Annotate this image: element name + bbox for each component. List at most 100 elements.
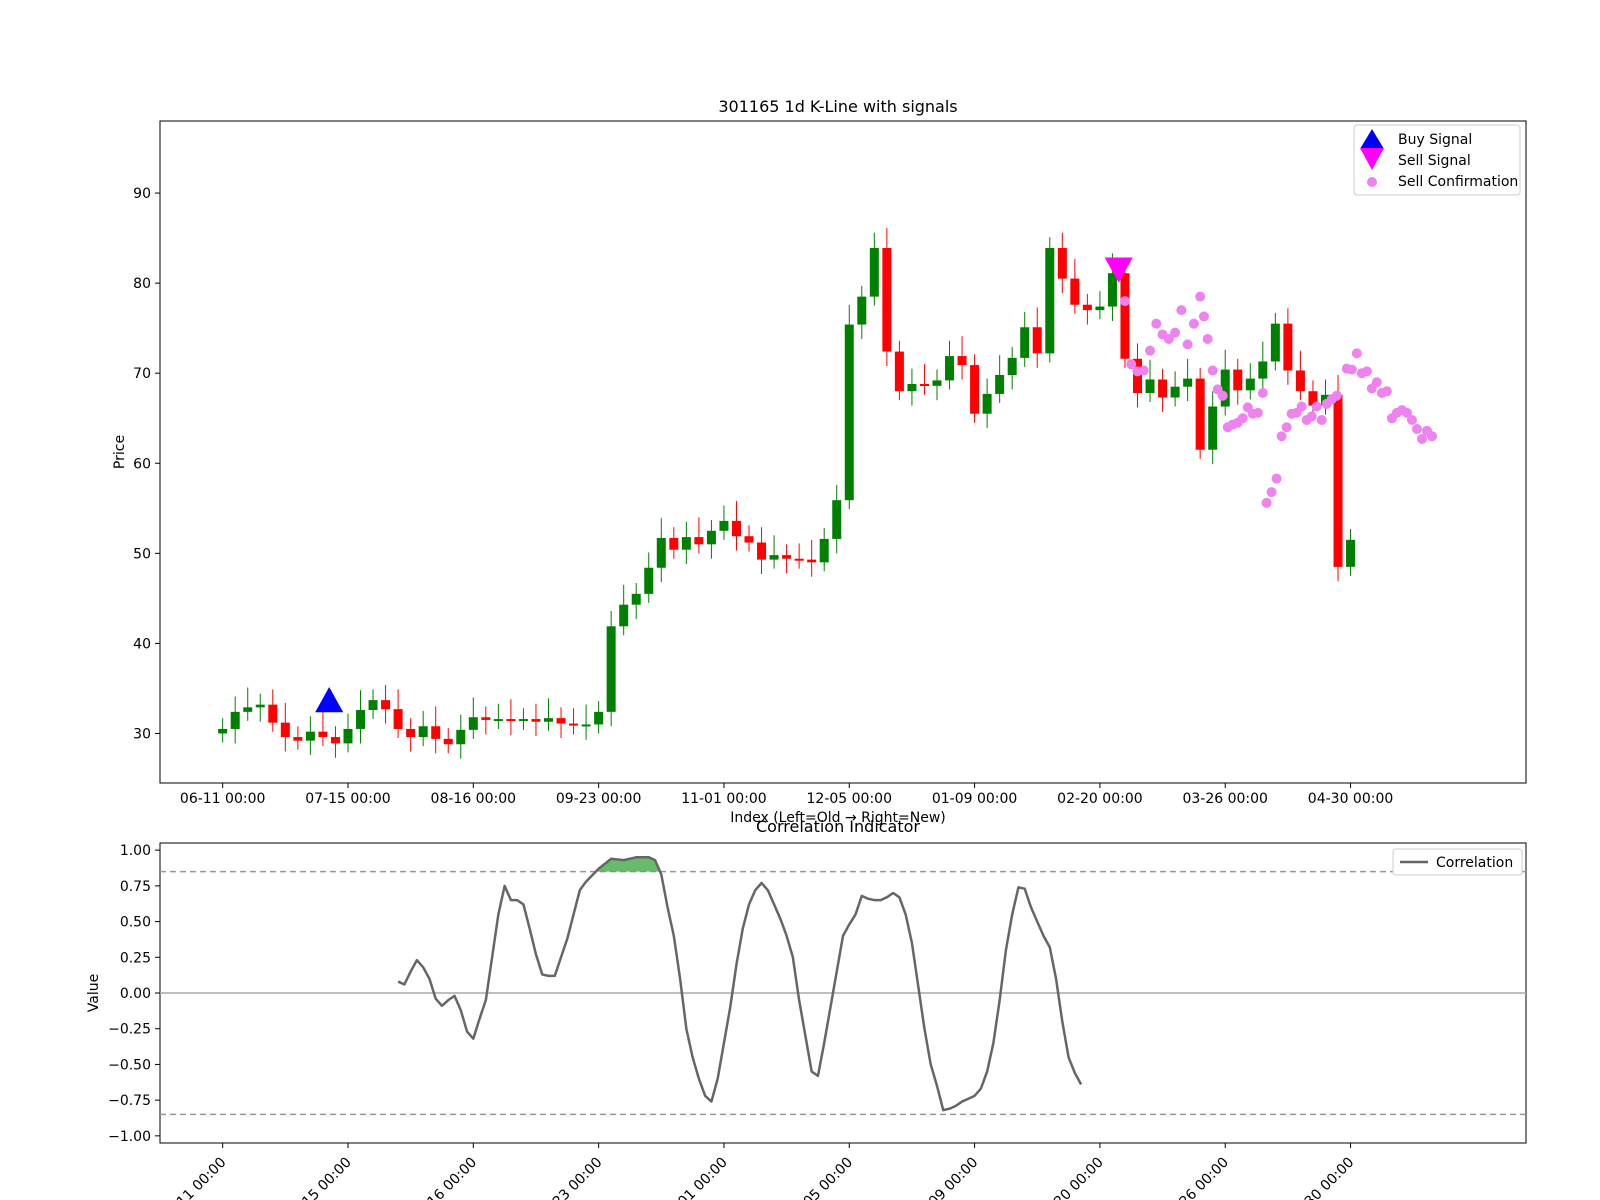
candle-body xyxy=(406,728,416,738)
x-tick-label: 06-11 00:00 xyxy=(158,1155,230,1200)
candle-body xyxy=(832,500,842,539)
candle-body xyxy=(731,520,741,537)
candle-body xyxy=(594,711,604,725)
y-tick-label: 0.25 xyxy=(120,950,151,966)
candle-body xyxy=(882,247,892,352)
legend-sell-label: Sell Signal xyxy=(1398,153,1471,169)
candle-body xyxy=(368,700,378,711)
candle-body xyxy=(1158,379,1168,398)
candle-body xyxy=(819,538,829,563)
sell-confirmation-marker xyxy=(1381,386,1392,397)
legend-correlation-label: Correlation xyxy=(1436,855,1513,871)
sell-confirmation-marker xyxy=(1406,415,1417,426)
y-tick-label: 0.00 xyxy=(120,986,151,1002)
sell-confirmation-marker xyxy=(1195,291,1206,302)
sell-confirmation-marker xyxy=(1271,473,1282,484)
candle-body xyxy=(1170,386,1180,398)
candle-body xyxy=(631,593,641,605)
candle-body xyxy=(356,710,366,729)
candle-body xyxy=(305,731,315,741)
kline-panel: 30 40 50 60 70 80 90 06-11 00:00 07-15 00:00 08-1… xyxy=(112,120,1527,826)
x-tick-label: 08-16 00:00 xyxy=(408,1155,480,1200)
candle-body xyxy=(894,351,904,392)
candle-body xyxy=(1208,406,1218,450)
y-axis-label: Value xyxy=(86,974,102,1012)
y-tick-label: 40 xyxy=(133,636,151,652)
y-tick-label: 1.00 xyxy=(120,843,151,859)
candle-body xyxy=(1070,278,1080,305)
x-tick-label: 03-26 00:00 xyxy=(1160,1155,1232,1200)
candle-body xyxy=(807,559,817,563)
sell-confirmation-marker xyxy=(1276,431,1287,442)
sell-confirmation-marker xyxy=(1170,327,1181,338)
candle-body xyxy=(1346,539,1356,567)
candle-body xyxy=(218,728,228,734)
candle-body xyxy=(970,365,980,414)
candle-body xyxy=(569,723,579,726)
candle-body xyxy=(1245,378,1255,391)
candle-body xyxy=(531,719,541,722)
y-tick-label: −1.00 xyxy=(108,1129,151,1145)
candle-body xyxy=(1145,379,1155,394)
x-tick-label: 09-23 00:00 xyxy=(556,791,641,807)
candle-body xyxy=(343,728,353,744)
candle-body xyxy=(995,374,1005,394)
candle-body xyxy=(1333,394,1343,567)
x-tick-label: 02-20 00:00 xyxy=(1057,791,1142,807)
y-tick-label: 80 xyxy=(133,276,151,292)
candle-body xyxy=(769,555,779,560)
y-tick-label: 90 xyxy=(133,186,151,202)
y-tick-label: 60 xyxy=(133,456,151,472)
legend-buy-label: Buy Signal xyxy=(1398,132,1472,148)
candle-body xyxy=(1183,378,1193,387)
legend-confirm-icon xyxy=(1367,177,1377,187)
candle-body xyxy=(1295,370,1305,392)
y-tick-label: 70 xyxy=(133,366,151,382)
candle-body xyxy=(982,393,992,414)
x-tick-label: 09-23 00:00 xyxy=(534,1155,606,1200)
candle-body xyxy=(681,537,691,550)
y-tick-label: 30 xyxy=(133,726,151,742)
candle-body xyxy=(431,726,441,739)
candle-body xyxy=(481,717,491,720)
candle-body xyxy=(656,538,666,568)
kline-chart: 30 40 50 60 70 80 90 06-11 00:00 07-15 00:00 08-1… xyxy=(86,97,1527,1200)
sell-confirmation-marker xyxy=(1252,407,1263,418)
candle-body xyxy=(857,296,867,325)
sell-confirmation-marker xyxy=(1316,415,1327,426)
candle-body xyxy=(293,737,303,741)
sell-confirmation-marker xyxy=(1311,401,1322,412)
x-tick-label: 03-26 00:00 xyxy=(1182,791,1267,807)
sell-confirmation-marker xyxy=(1138,365,1149,376)
candle-body xyxy=(456,729,466,745)
candle-body xyxy=(268,704,278,723)
candle-body xyxy=(330,737,340,744)
sell-confirmation-marker xyxy=(1202,333,1213,344)
candle-body xyxy=(1195,378,1205,450)
y-tick-label: 0.50 xyxy=(120,915,151,931)
candle-body xyxy=(844,324,854,501)
y-tick-label: 50 xyxy=(133,546,151,562)
x-tick-label: 01-09 00:00 xyxy=(932,791,1017,807)
candle-body xyxy=(706,530,716,545)
candle-body xyxy=(1270,323,1280,362)
candle-body xyxy=(280,722,290,738)
candle-body xyxy=(1045,247,1055,354)
y-tick-label: −0.75 xyxy=(108,1093,151,1109)
candle-body xyxy=(1283,323,1293,371)
kline-title: 301165 1d K-Line with signals xyxy=(718,97,957,116)
candle-body xyxy=(393,709,403,729)
correlation-title: Correlation Indicator xyxy=(756,817,920,836)
sell-confirmation-marker xyxy=(1207,365,1218,376)
x-tick-label: 06-11 00:00 xyxy=(180,791,265,807)
candle-body xyxy=(1258,361,1268,379)
sell-confirmation-marker xyxy=(1411,424,1422,435)
x-tick-label: 07-15 00:00 xyxy=(305,791,390,807)
candle-body xyxy=(543,718,553,722)
x-tick-label: 02-20 00:00 xyxy=(1035,1155,1107,1200)
sell-confirmation-marker xyxy=(1198,311,1209,322)
sell-confirmation-marker xyxy=(1306,411,1317,422)
sell-confirmation-marker xyxy=(1176,305,1187,316)
sell-confirmation-marker xyxy=(1217,390,1228,401)
x-tick-label: 11-01 00:00 xyxy=(681,791,766,807)
